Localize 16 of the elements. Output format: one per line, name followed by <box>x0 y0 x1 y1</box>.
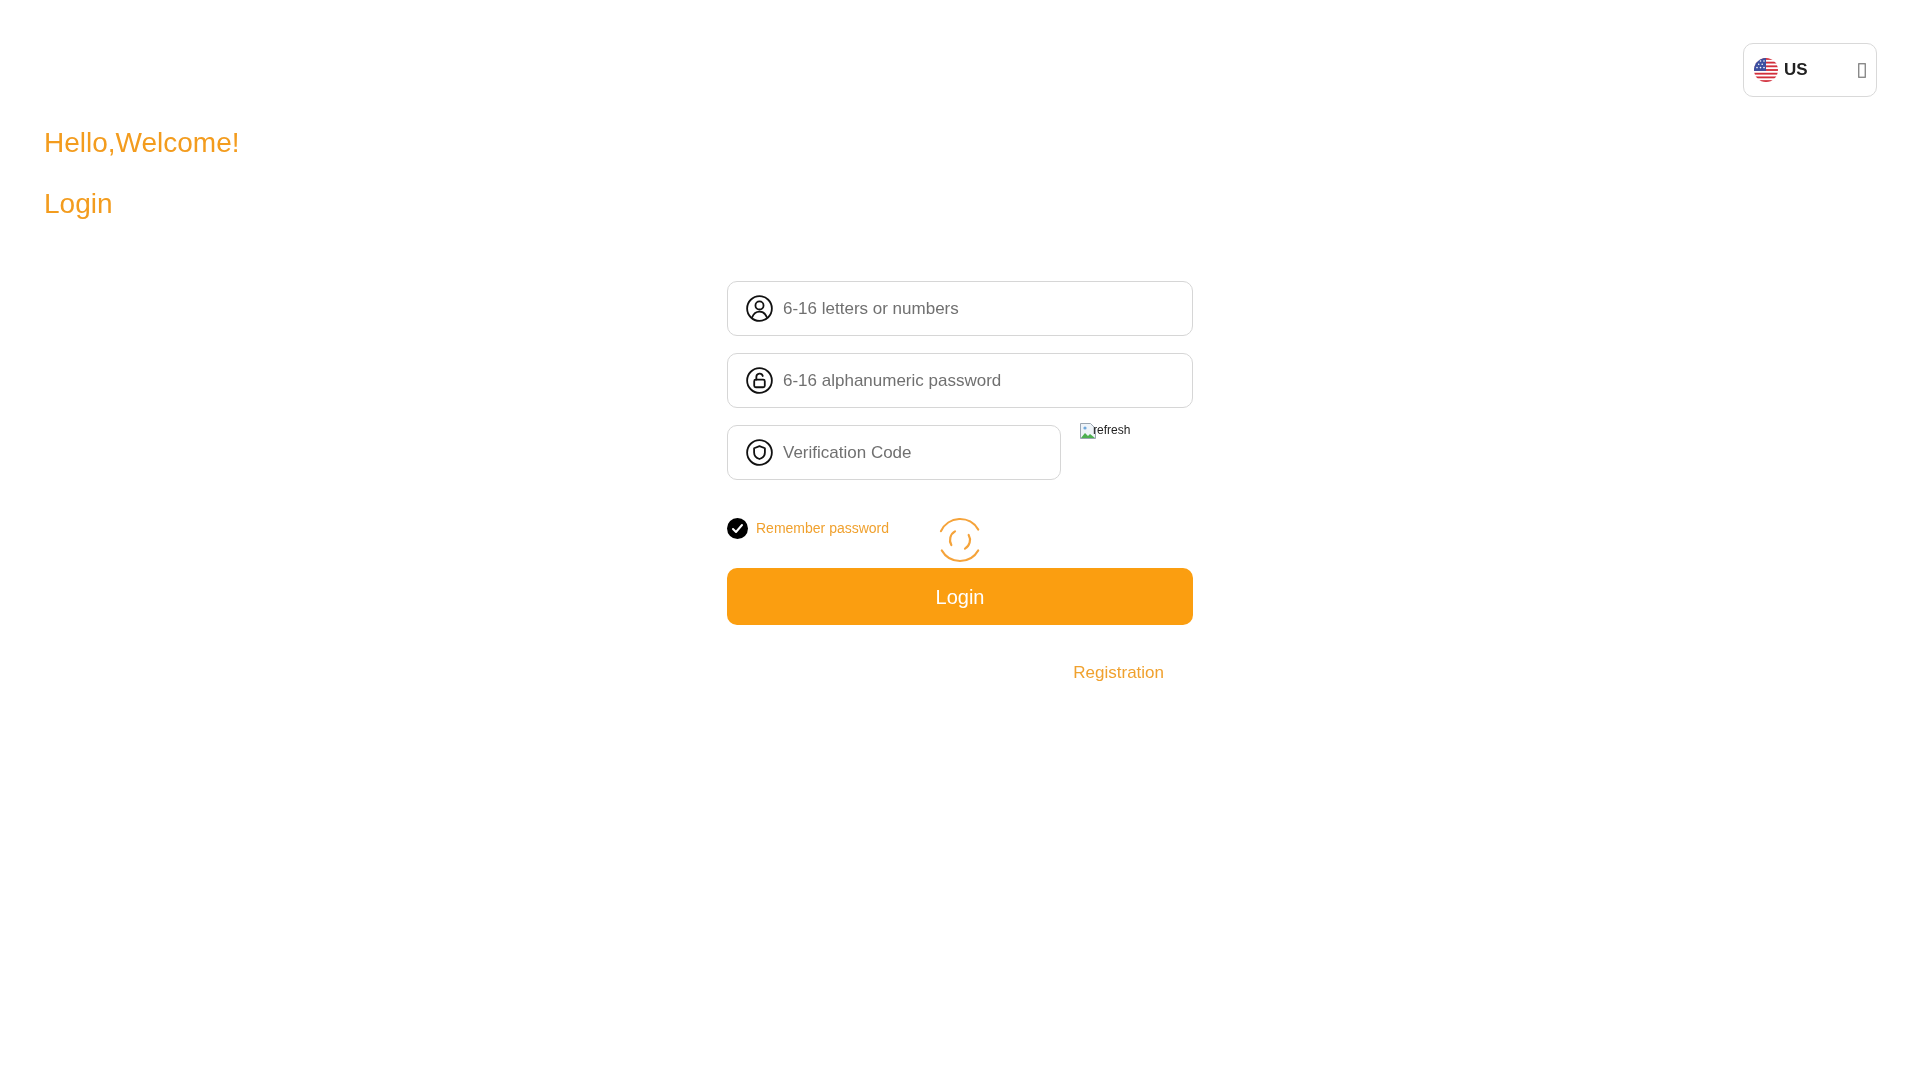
flag-icon <box>1754 58 1778 82</box>
glyph-box-icon <box>1858 62 1866 78</box>
registration-link[interactable]: Registration <box>1073 663 1164 683</box>
password-field[interactable]: 6-16 alphanumeric password <box>727 353 1193 408</box>
user-icon <box>746 295 773 322</box>
page-title: Login <box>44 187 113 221</box>
refresh-image[interactable]: refresh <box>1080 423 1131 439</box>
lock-icon <box>746 367 773 394</box>
verification-code-field[interactable]: Verification Code <box>727 425 1061 480</box>
login-button[interactable]: Login <box>727 568 1193 625</box>
language-select[interactable]: US <box>1743 43 1877 97</box>
welcome-heading: Hello,Welcome! <box>44 126 240 160</box>
shield-icon <box>746 439 773 466</box>
username-field[interactable]: 6-16 letters or numbers <box>727 281 1193 336</box>
remember-password-label[interactable]: Remember password <box>756 517 890 539</box>
checkbox[interactable] <box>727 517 748 539</box>
